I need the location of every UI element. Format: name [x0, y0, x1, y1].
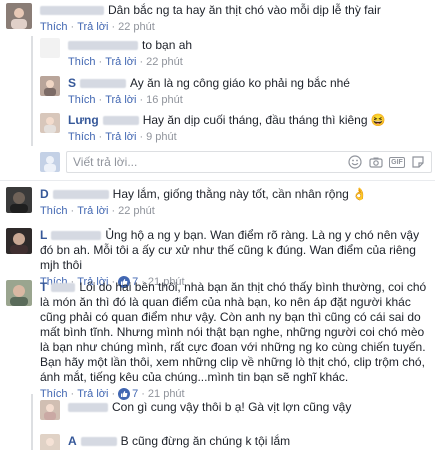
comment-text: Hay ăn dịp cuối tháng, đầu tháng thì kiê… — [142, 113, 368, 127]
divider — [0, 180, 435, 181]
avatar[interactable] — [6, 280, 32, 306]
commenter-name[interactable]: A — [68, 434, 77, 448]
reply-input[interactable]: Viết trả lời... GIF — [66, 151, 432, 173]
thread-line — [31, 36, 33, 146]
reply-link[interactable]: Trả lời — [105, 94, 136, 106]
reply-link[interactable]: Trả lời — [77, 388, 108, 400]
like-link[interactable]: Thích — [68, 131, 96, 143]
like-link[interactable]: Thích — [40, 21, 68, 33]
reply-placeholder: Viết trả lời... — [73, 155, 138, 169]
like-link[interactable]: Thích — [68, 94, 96, 106]
avatar[interactable] — [6, 187, 32, 213]
like-link[interactable]: Thích — [40, 205, 68, 217]
commenter-name[interactable] — [40, 3, 104, 17]
comment-text: Dân bắc ng ta hay ăn thịt chó vào mỗi dị… — [108, 3, 381, 17]
timestamp[interactable]: 22 phút — [146, 56, 183, 68]
avatar[interactable] — [40, 434, 60, 450]
reply-comment: S Ay ăn là ng công giáo ko phải ng bắc nh… — [40, 76, 430, 107]
timestamp[interactable]: 21 phút — [148, 388, 185, 400]
comment-actions: Thích · Trả lời · 7 · 21 phút — [40, 387, 185, 401]
thread-line — [31, 394, 33, 450]
comment-text: Hay lắm, giống thằng này tốt, cần nhân r… — [112, 187, 349, 201]
comment-actions: Thích · Trả lời · 22 phút — [68, 56, 183, 68]
reply-link[interactable]: Trả lời — [105, 131, 136, 143]
commenter-name[interactable]: L — [40, 228, 47, 242]
timestamp[interactable]: 9 phút — [146, 131, 177, 143]
commenter-name[interactable]: S — [68, 76, 76, 90]
commenter-name[interactable]: D — [40, 187, 49, 201]
commenter-name[interactable] — [68, 38, 138, 52]
my-avatar — [40, 152, 60, 172]
timestamp[interactable]: 16 phút — [146, 94, 183, 106]
reply-link[interactable]: Trả lời — [105, 56, 136, 68]
reply-link[interactable]: Trả lời — [77, 205, 108, 217]
commenter-name[interactable]: T — [40, 280, 47, 294]
comment-text: Con gì cung vậy thôi b ạ! Gà vịt lợn cũn… — [112, 400, 352, 414]
commenter-name[interactable] — [68, 400, 108, 414]
timestamp[interactable]: 22 phút — [118, 21, 155, 33]
comment-text-line: Dân bắc ng ta hay ăn thịt chó vào mỗi dị… — [40, 3, 381, 18]
reply-comment: to bạn ah Thích · Trả lời · 22 phút — [40, 38, 430, 69]
emoji-icon[interactable] — [348, 155, 362, 169]
gif-icon[interactable]: GIF — [389, 155, 405, 169]
avatar[interactable] — [40, 113, 60, 133]
comment-text: Ay ăn là ng công giáo ko phải ng bắc nhé — [130, 76, 350, 90]
laughing-emoji-icon: 😆 — [370, 113, 386, 127]
reply-comment: A B cũng đừng ăn chúng k tội lắm — [40, 434, 430, 450]
avatar[interactable] — [6, 3, 32, 29]
sticker-icon[interactable] — [411, 155, 425, 169]
reply-comment: Lưng Hay ăn dịp cuối tháng, đầu tháng thì… — [40, 113, 430, 144]
ok-hand-emoji-icon: 👌 — [352, 187, 368, 201]
reply-comment: Con gì cung vậy thôi b ạ! Gà vịt lợn cũn… — [40, 400, 430, 420]
avatar[interactable] — [40, 38, 60, 58]
timestamp[interactable]: 22 phút — [118, 205, 155, 217]
like-count-badge[interactable]: 7 — [118, 387, 138, 401]
avatar[interactable] — [6, 228, 32, 254]
reply-composer: Viết trả lời... GIF — [40, 150, 432, 174]
comment: T Lối do hai bên thôi, nhà bạn ăn thịt ch… — [6, 280, 430, 401]
comment-text: to bạn ah — [142, 38, 193, 52]
comment: Dân bắc ng ta hay ăn thịt chó vào mỗi dị… — [6, 3, 426, 34]
comment-text: Lối do hai bên thôi, nhà bạn ăn thịt chó… — [40, 280, 427, 384]
camera-icon[interactable] — [369, 155, 383, 169]
avatar[interactable] — [40, 400, 60, 420]
comment-actions: Thích · Trả lời · 22 phút — [40, 205, 155, 217]
like-link[interactable]: Thích — [40, 388, 68, 400]
composer-tools: GIF — [348, 155, 425, 169]
thumbs-up-icon — [118, 388, 131, 401]
comment: D Hay lắm, giống thằng này tốt, cần nhân … — [6, 187, 426, 218]
avatar[interactable] — [40, 76, 60, 96]
reply-link[interactable]: Trả lời — [77, 21, 108, 33]
like-link[interactable]: Thích — [68, 56, 96, 68]
comment-text: B cũng đừng ăn chúng k tội lắm — [120, 434, 291, 448]
comment-actions: Thích · Trả lời · 9 phút — [68, 131, 177, 143]
comment-actions: Thích · Trả lời · 22 phút — [40, 21, 155, 33]
commenter-name[interactable]: Lưng — [68, 113, 99, 127]
comment-actions: Thích · Trả lời · 16 phút — [68, 94, 183, 106]
